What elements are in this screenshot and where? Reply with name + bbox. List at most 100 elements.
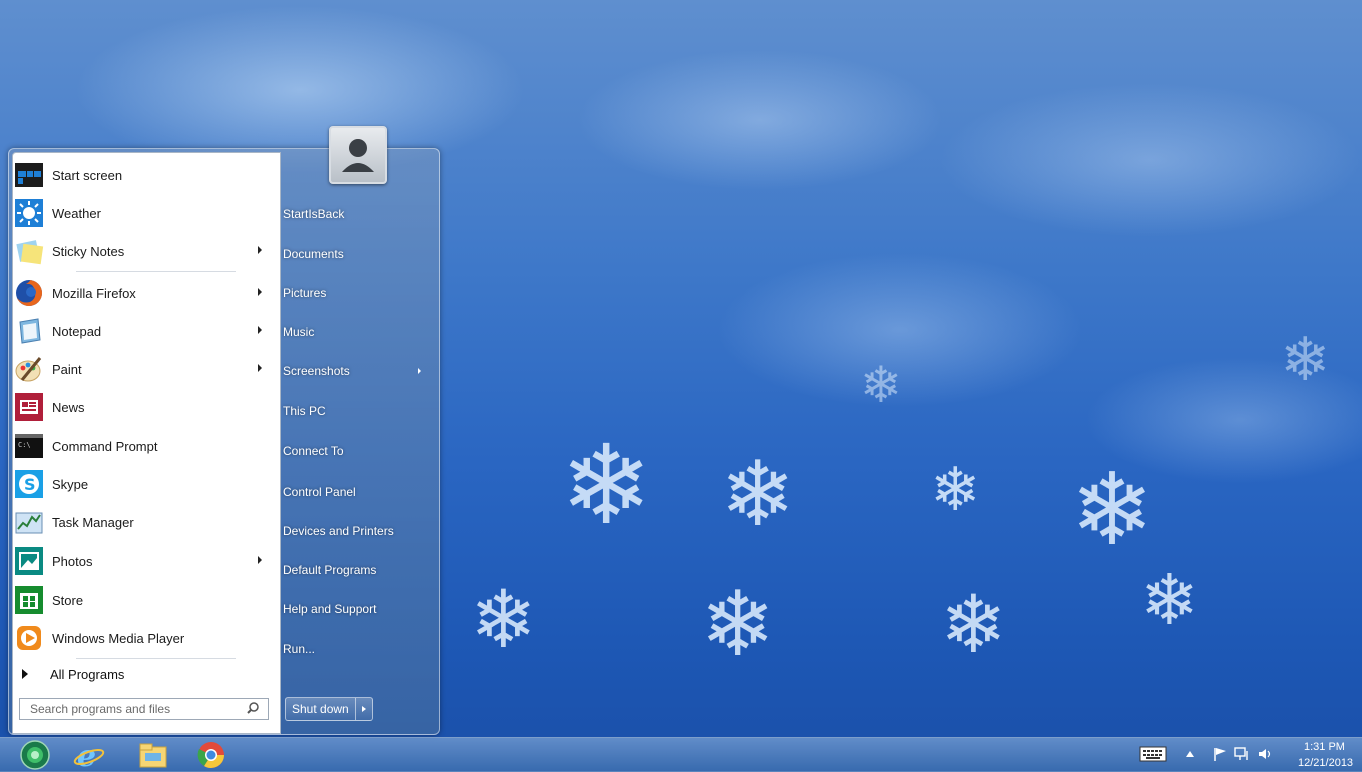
program-item-photos[interactable]: Photos [12, 543, 270, 579]
program-label: Photos [52, 553, 93, 569]
store-icon [14, 585, 44, 615]
submenu-arrow-icon [258, 364, 262, 372]
program-item-media-player[interactable]: Windows Media Player [12, 620, 270, 656]
start-orb-icon[interactable] [18, 740, 52, 770]
place-label: Help and Support [283, 602, 377, 616]
show-hidden-icons-chevron[interactable] [1180, 744, 1200, 764]
snowflake-decoration: ❄ [930, 455, 981, 525]
place-help-support[interactable]: Help and Support [282, 595, 429, 623]
internet-explorer-icon[interactable]: e [72, 740, 106, 770]
program-item-weather[interactable]: Weather [12, 195, 270, 231]
program-label: Command Prompt [52, 438, 158, 454]
program-label: Mozilla Firefox [52, 285, 136, 301]
program-label: Paint [52, 361, 82, 377]
place-label: Documents [283, 247, 344, 261]
keyboard-icon[interactable] [1138, 744, 1168, 764]
program-item-sticky-notes[interactable]: Sticky Notes [12, 233, 270, 269]
place-startisback[interactable]: StartIsBack [282, 200, 429, 228]
snowflake-decoration: ❄ [1140, 559, 1199, 641]
program-label: Sticky Notes [52, 243, 125, 259]
place-label: Music [283, 325, 315, 339]
shutdown-group: Shut down [285, 697, 373, 721]
place-this-pc[interactable]: This PC [282, 397, 429, 425]
place-run[interactable]: Run... [282, 635, 429, 663]
snowflake-decoration: ❄ [1280, 325, 1331, 395]
place-connect-to[interactable]: Connect To [282, 437, 429, 465]
place-documents[interactable]: Documents [282, 240, 429, 268]
snowflake-decoration: ❄ [700, 572, 776, 677]
network-icon[interactable] [1232, 744, 1252, 764]
weather-icon [14, 198, 44, 228]
snowflake-decoration: ❄ [720, 442, 796, 547]
command-prompt-icon: C:\ [14, 431, 44, 461]
media-player-icon [14, 623, 44, 653]
program-label: Task Manager [52, 514, 134, 530]
news-icon [14, 392, 44, 422]
program-item-start-screen[interactable]: Start screen [12, 157, 270, 193]
clock-time[interactable]: 1:31 PM [1304, 741, 1345, 753]
snowflake-decoration: ❄ [1070, 451, 1154, 568]
snowflake-decoration: ❄ [560, 421, 653, 549]
place-label: Devices and Printers [283, 524, 394, 538]
place-label: This PC [283, 404, 326, 418]
submenu-arrow-icon [418, 368, 421, 374]
program-label: Weather [52, 205, 101, 221]
program-item-firefox[interactable]: Mozilla Firefox [12, 275, 270, 311]
snowflake-decoration: ❄ [470, 573, 538, 666]
submenu-arrow-icon [258, 288, 262, 296]
submenu-arrow-icon [258, 556, 262, 564]
skype-icon: S [14, 469, 44, 499]
place-label: Control Panel [283, 485, 356, 499]
place-default-programs[interactable]: Default Programs [282, 556, 429, 584]
notepad-icon [14, 316, 44, 346]
file-explorer-icon[interactable] [136, 740, 170, 770]
program-item-paint[interactable]: Paint [12, 351, 270, 387]
search-input[interactable]: Search programs and files [19, 698, 269, 720]
place-label: Pictures [283, 286, 327, 300]
submenu-arrow-icon [258, 326, 262, 334]
volume-icon[interactable] [1255, 744, 1275, 764]
place-devices-printers[interactable]: Devices and Printers [282, 517, 429, 545]
place-label: Default Programs [283, 563, 377, 577]
place-label: Screenshots [283, 364, 350, 378]
user-avatar[interactable] [329, 126, 387, 184]
program-item-task-manager[interactable]: Task Manager [12, 504, 270, 540]
place-music[interactable]: Music [282, 318, 429, 346]
search-icon[interactable] [246, 701, 262, 717]
svg-text:C:\: C:\ [18, 441, 31, 449]
start-screen-icon [14, 160, 44, 190]
place-control-panel[interactable]: Control Panel [282, 478, 429, 506]
separator [76, 271, 236, 272]
program-label: Skype [52, 476, 89, 492]
submenu-arrow-icon [258, 246, 262, 254]
program-item-command-prompt[interactable]: C:\ Command Prompt [12, 428, 270, 464]
program-item-store[interactable]: Store [12, 582, 270, 618]
firefox-icon [14, 278, 44, 308]
paint-icon [14, 354, 44, 384]
snowflake-decoration: ❄ [860, 356, 902, 414]
task-manager-icon [14, 507, 44, 537]
all-programs-button[interactable]: All Programs [16, 663, 124, 685]
place-screenshots[interactable]: Screenshots [282, 357, 429, 385]
program-item-notepad[interactable]: Notepad [12, 313, 270, 349]
clock-date[interactable]: 12/21/2013 [1298, 757, 1353, 769]
taskbar: e 1:31 PM 12/21/2013 [0, 737, 1362, 772]
chrome-icon[interactable] [194, 740, 228, 770]
user-silhouette-icon [342, 139, 374, 172]
photos-icon [14, 546, 44, 576]
program-label: Notepad [52, 323, 102, 339]
shutdown-button[interactable]: Shut down [285, 697, 356, 721]
expand-arrow-icon [22, 669, 28, 679]
place-label: Connect To [283, 444, 344, 458]
place-label: Run... [283, 642, 316, 656]
flag-icon[interactable] [1210, 744, 1230, 764]
program-label: Store [52, 592, 84, 608]
place-pictures[interactable]: Pictures [282, 279, 429, 307]
program-label: News [52, 399, 85, 415]
place-label: StartIsBack [283, 207, 345, 221]
program-item-news[interactable]: News [12, 389, 270, 425]
shutdown-options-button[interactable] [355, 697, 373, 721]
program-label: Start screen [52, 167, 123, 183]
program-item-skype[interactable]: S Skype [12, 466, 270, 502]
sticky-notes-icon [14, 236, 44, 266]
